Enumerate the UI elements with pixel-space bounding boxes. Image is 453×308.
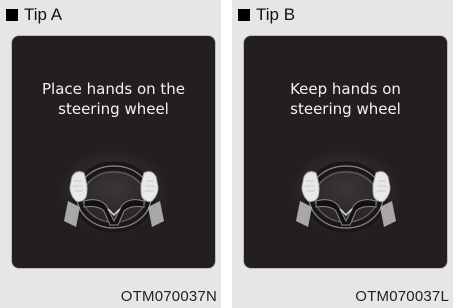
steering-wheel-with-hands-icon	[290, 151, 402, 237]
steering-wheel-with-hands-icon	[58, 151, 170, 237]
display-message: Place hands on the steering wheel	[41, 80, 186, 118]
tip-header: Tip A	[6, 5, 62, 25]
figure-code: OTM070037N	[120, 288, 217, 305]
square-bullet-icon	[6, 9, 18, 21]
square-bullet-icon	[238, 9, 250, 21]
cluster-display: Place hands on the steering wheel	[12, 36, 215, 268]
display-message: Keep hands on steering wheel	[290, 80, 401, 118]
cluster-display: Keep hands on steering wheel	[244, 36, 447, 268]
tip-title: Tip B	[256, 5, 296, 24]
tip-header: Tip B	[238, 5, 295, 25]
tip-title: Tip A	[24, 5, 63, 24]
figure-code: OTM070037L	[355, 288, 449, 305]
tip-panel-b: Tip B Keep hands on steering wheel OTM07…	[232, 0, 453, 308]
tip-panel-a: Tip A Place hands on the steering wheel	[0, 0, 221, 308]
